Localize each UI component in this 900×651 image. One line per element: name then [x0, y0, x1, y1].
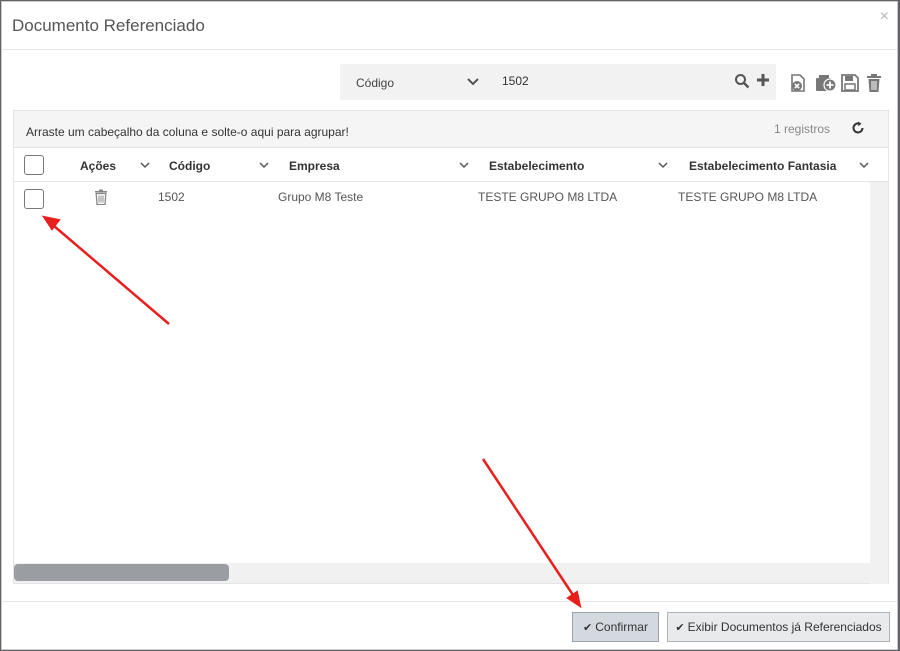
chevron-down-icon	[467, 78, 479, 86]
column-header-estabelecimento-fantasia[interactable]: Estabelecimento Fantasia	[689, 148, 875, 182]
add-to-list-icon[interactable]	[813, 73, 837, 93]
row-select-checkbox[interactable]	[24, 189, 44, 209]
chevron-down-icon[interactable]	[658, 160, 668, 170]
confirm-label: Confirmar	[595, 620, 648, 634]
footer-divider	[2, 601, 897, 602]
search-bar: Código 1502	[340, 64, 776, 100]
column-header-estabelecimento[interactable]: Estabelecimento	[489, 148, 675, 182]
column-header-row: Ações Código Empresa Estabelecimento Est…	[14, 148, 888, 182]
save-icon[interactable]	[840, 73, 860, 93]
cell-estabelecimento: TESTE GRUPO M8 LTDA	[478, 190, 618, 204]
chevron-down-icon[interactable]	[859, 160, 869, 170]
column-label: Estabelecimento Fantasia	[689, 159, 837, 173]
search-field-label: Código	[356, 76, 395, 90]
search-field-select[interactable]: Código	[340, 64, 488, 100]
group-hint-text: Arraste um cabeçalho da coluna e solte-o…	[26, 125, 349, 139]
cell-empresa: Grupo M8 Teste	[278, 190, 364, 204]
column-label: Ações	[80, 159, 117, 173]
chevron-down-icon[interactable]	[259, 160, 269, 170]
cell-codigo: 1502	[158, 190, 185, 204]
show-referenced-documents-button[interactable]: ✔ Exibir Documentos já Referenciados	[667, 612, 890, 642]
clear-filter-icon[interactable]	[788, 73, 808, 93]
check-icon: ✔	[675, 621, 685, 634]
header-divider	[2, 49, 897, 50]
column-header-codigo[interactable]: Código	[169, 148, 275, 182]
trash-icon[interactable]	[864, 73, 884, 93]
chevron-down-icon[interactable]	[140, 160, 150, 170]
data-grid: Arraste um cabeçalho da coluna e solte-o…	[13, 110, 889, 584]
search-icon[interactable]	[734, 73, 750, 89]
search-input[interactable]: 1502	[502, 74, 529, 88]
confirm-button[interactable]: ✔ Confirmar	[572, 612, 659, 642]
close-icon[interactable]: ×	[880, 9, 889, 25]
chevron-down-icon[interactable]	[459, 160, 469, 170]
table-row[interactable]: 1502 Grupo M8 Teste TESTE GRUPO M8 LTDA …	[14, 182, 871, 212]
column-label: Estabelecimento	[489, 159, 585, 173]
refresh-icon[interactable]	[851, 121, 865, 135]
show-referenced-label: Exibir Documentos já Referenciados	[687, 620, 882, 634]
vertical-scrollbar[interactable]	[870, 182, 888, 584]
horizontal-scroll-thumb[interactable]	[14, 564, 229, 581]
check-icon: ✔	[583, 621, 593, 634]
group-panel[interactable]: Arraste um cabeçalho da coluna e solte-o…	[14, 111, 888, 148]
cell-estabelecimento-fantasia: TESTE GRUPO M8 LTDA	[678, 190, 818, 204]
document-referenced-dialog: Documento Referenciado × Código 1502 Arr…	[1, 1, 898, 650]
column-label: Empresa	[289, 159, 340, 173]
dialog-title: Documento Referenciado	[12, 16, 205, 35]
column-header-acoes[interactable]: Ações	[78, 148, 150, 182]
plus-icon[interactable]	[755, 72, 771, 88]
horizontal-scrollbar[interactable]	[14, 563, 872, 583]
column-label: Código	[169, 159, 211, 173]
record-count: 1 registros	[773, 122, 830, 136]
select-all-checkbox[interactable]	[24, 155, 44, 175]
column-header-empresa[interactable]: Empresa	[289, 148, 474, 182]
trash-icon[interactable]	[94, 189, 108, 205]
